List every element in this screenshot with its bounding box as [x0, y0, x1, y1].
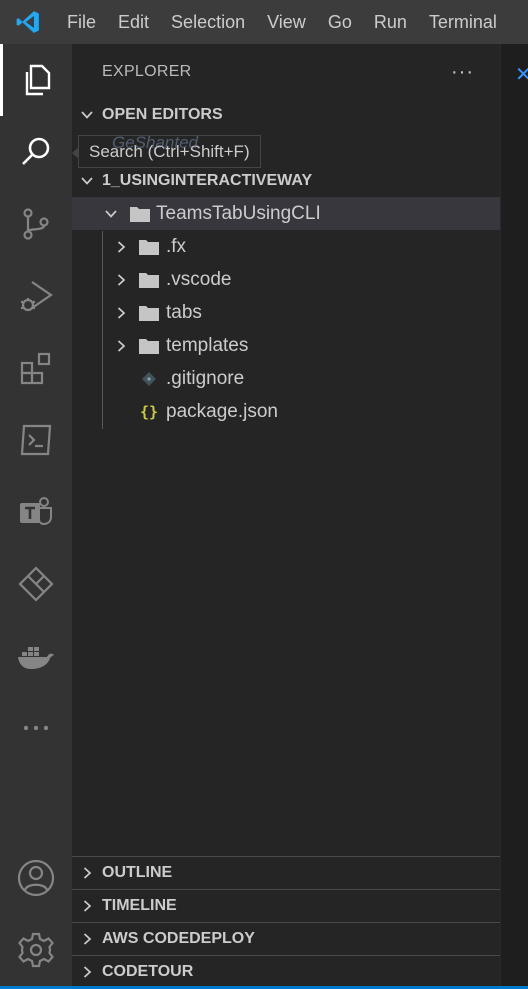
chevron-right-icon: [72, 899, 102, 913]
power-platform-icon[interactable]: [0, 548, 72, 620]
docker-icon[interactable]: [0, 620, 72, 692]
editor-area: ✕: [500, 44, 528, 989]
folder-icon: [132, 271, 166, 289]
tree-item-tabs[interactable]: tabs: [72, 296, 500, 329]
menu-selection[interactable]: Selection: [160, 0, 256, 44]
more-icon[interactable]: [0, 692, 72, 764]
menu-run[interactable]: Run: [363, 0, 418, 44]
folder-icon: [132, 304, 166, 322]
tree-item-label: TeamsTabUsingCLI: [156, 202, 321, 224]
watermark-text: GeShanted: [112, 133, 199, 152]
activity-bar: [0, 44, 72, 989]
explorer-header: EXPLORER ···: [72, 44, 500, 100]
folder-icon: [132, 337, 166, 355]
tree-item-label: .fx: [166, 235, 187, 257]
chevron-down-icon: [72, 174, 102, 188]
explorer-title: EXPLORER: [102, 63, 192, 80]
menu-go[interactable]: Go: [317, 0, 363, 44]
tree-item-templates[interactable]: templates: [72, 329, 500, 362]
folder-icon: [124, 205, 156, 223]
section-aws-codedeploy[interactable]: AWS CODEDEPLOY: [72, 922, 500, 955]
chevron-down-icon: [98, 207, 124, 221]
chevron-right-icon: [72, 932, 102, 946]
section-timeline-label: TIMELINE: [102, 897, 177, 914]
json-file-icon: {}: [139, 402, 159, 421]
section-outline[interactable]: OUTLINE: [72, 856, 500, 889]
menu-terminal[interactable]: Terminal: [418, 0, 508, 44]
search-icon[interactable]: [0, 116, 72, 188]
chevron-right-icon: [72, 965, 102, 979]
tree-item-label: .vscode: [166, 268, 232, 290]
vscode-logo-icon: [0, 0, 56, 44]
tree-item-label: .gitignore: [166, 367, 245, 389]
tree-item-project[interactable]: TeamsTabUsingCLI: [72, 197, 500, 230]
section-aws-codedeploy-label: AWS CODEDEPLOY: [102, 930, 255, 947]
vscode-window: File Edit Selection View Go Run Terminal: [0, 0, 528, 989]
section-open-editors-label: OPEN EDITORS: [102, 105, 223, 123]
source-control-icon[interactable]: [0, 188, 72, 260]
tree-item-fx[interactable]: .fx: [72, 230, 500, 263]
bottom-sections: OUTLINE TIMELINE AWS CODEDEPLOY CODETOUR: [72, 856, 500, 988]
teams-icon[interactable]: [0, 476, 72, 548]
tree-item-label: package.json: [166, 400, 278, 422]
chevron-right-icon: [110, 306, 132, 320]
menu-file[interactable]: File: [56, 0, 107, 44]
explorer-sidebar: EXPLORER ··· OPEN EDITORS 1_USINGINTERAC…: [72, 44, 500, 989]
more-actions-icon[interactable]: ···: [451, 62, 474, 82]
section-workspace-label: 1_USINGINTERACTIVEWAY: [102, 171, 313, 189]
section-codetour[interactable]: CODETOUR: [72, 955, 500, 988]
git-file-icon: [132, 371, 166, 387]
tree-item-vscode[interactable]: .vscode: [72, 263, 500, 296]
account-icon[interactable]: [0, 842, 72, 914]
chevron-right-icon: [110, 273, 132, 287]
tree-item-label: templates: [166, 334, 249, 356]
menu-view[interactable]: View: [256, 0, 317, 44]
tree-item-package-json[interactable]: {} package.json: [72, 395, 500, 428]
terminal-icon[interactable]: [0, 404, 72, 476]
folder-icon: [132, 238, 166, 256]
chevron-right-icon: [110, 240, 132, 254]
files-icon[interactable]: [0, 44, 72, 116]
section-codetour-label: CODETOUR: [102, 963, 194, 980]
chevron-down-icon: [72, 108, 102, 122]
extensions-icon[interactable]: [0, 332, 72, 404]
chevron-right-icon: [110, 339, 132, 353]
tree-item-label: tabs: [166, 301, 202, 323]
close-icon[interactable]: ✕: [515, 62, 528, 87]
run-debug-icon[interactable]: [0, 260, 72, 332]
section-workspace[interactable]: 1_USINGINTERACTIVEWAY: [72, 164, 500, 197]
menu-edit[interactable]: Edit: [107, 0, 160, 44]
section-timeline[interactable]: TIMELINE: [72, 889, 500, 922]
chevron-right-icon: [72, 866, 102, 880]
menu-bar: File Edit Selection View Go Run Terminal: [0, 0, 528, 44]
section-outline-label: OUTLINE: [102, 864, 173, 881]
tree-item-gitignore[interactable]: .gitignore: [72, 362, 500, 395]
section-open-editors[interactable]: OPEN EDITORS: [72, 98, 500, 131]
settings-gear-icon[interactable]: [0, 914, 72, 986]
